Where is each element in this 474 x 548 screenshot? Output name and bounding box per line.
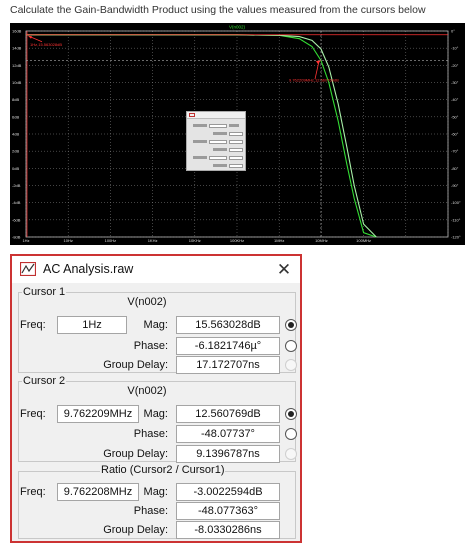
ratio-freq-label: Freq: xyxy=(20,486,46,498)
cursor2-mag-label: Mag: xyxy=(143,408,168,420)
y-tick-label-left: 14dB xyxy=(12,46,22,51)
ratio-mag-field: -3.0022594dB xyxy=(176,483,280,501)
close-button[interactable]: ✕ xyxy=(274,260,294,280)
cursor1-gd-label: Group Delay: xyxy=(103,359,168,371)
y-tick-label-left: 8dB xyxy=(12,97,19,102)
cursor2-gd-radio[interactable] xyxy=(285,448,297,460)
cursor2-phase-field: -48.07737° xyxy=(176,425,280,443)
x-tick-label: 1Hz xyxy=(22,238,29,243)
cursor2-mag-field: 12.560769dB xyxy=(176,405,280,423)
x-tick-label: 10KHz xyxy=(189,238,201,243)
y-tick-label-right: -10° xyxy=(451,46,459,51)
y-tick-label-right: -90° xyxy=(451,183,459,188)
cursor1-trace: V(n002) xyxy=(127,296,167,308)
x-tick-label: 10MHz xyxy=(315,238,328,243)
cursor1-gd-field: 17.172707ns xyxy=(176,356,280,374)
y-tick-label-right: -30° xyxy=(451,80,459,85)
y-tick-label-left: -6dB xyxy=(12,217,21,222)
cursor2-trace: V(n002) xyxy=(127,385,167,397)
ratio-gd-field: -8.0330286ns xyxy=(176,521,280,539)
y-tick-label-right: -40° xyxy=(451,97,459,102)
cursor2-phase-label: Phase: xyxy=(133,428,168,440)
y-tick-label-right: -50° xyxy=(451,114,459,119)
ac-analysis-dialog: AC Analysis.raw ✕ Cursor 1 V(n002) Freq:… xyxy=(10,254,302,543)
ratio-phase-label: Phase: xyxy=(133,505,168,517)
cursor1-label: Cursor 1 xyxy=(22,286,67,298)
plot-trace-title: V(n002) xyxy=(229,25,246,30)
x-tick-label: 1KHz xyxy=(148,238,158,243)
y-tick-label-right: -120° xyxy=(451,235,461,240)
y-tick-label-right: -70° xyxy=(451,149,459,154)
cursor1-arrowhead xyxy=(28,35,32,39)
cursor1-gd-radio[interactable] xyxy=(285,359,297,371)
y-tick-label-left: 6dB xyxy=(12,114,19,119)
y-tick-label-left: 10dB xyxy=(12,80,22,85)
cursor2-gd-label: Group Delay: xyxy=(103,448,168,460)
cursor1-phase-field: -6.1821746µ° xyxy=(176,337,280,355)
x-tick-label: 1MHz xyxy=(274,238,284,243)
question-text: Calculate the Gain-Bandwidth Product usi… xyxy=(10,4,426,16)
dialog-titlebar: AC Analysis.raw ✕ xyxy=(12,256,300,283)
ratio-phase-field: -48.077363° xyxy=(176,502,280,520)
y-tick-label-left: 12dB xyxy=(12,63,22,68)
cursor2-annotation: 9.762209MHz,12.560769dB xyxy=(289,78,339,83)
cursor1-phase-radio[interactable] xyxy=(285,340,297,352)
y-tick-label-left: 2dB xyxy=(12,149,19,154)
ratio-mag-label: Mag: xyxy=(143,486,168,498)
y-tick-label-left: 4dB xyxy=(12,132,19,137)
y-tick-label-left: 16dB xyxy=(12,29,22,34)
mini-dialog-thumbnail xyxy=(186,111,246,171)
x-tick-label: 100Hz xyxy=(105,238,117,243)
cursor2-freq-label: Freq: xyxy=(20,408,46,420)
ratio-label: Ratio (Cursor2 / Cursor1) xyxy=(100,464,226,476)
ratio-gd-label: Group Delay: xyxy=(103,524,168,536)
y-tick-label-right: 0° xyxy=(451,29,455,34)
y-tick-label-left: -8dB xyxy=(12,235,21,240)
ltspice-app-icon xyxy=(20,262,36,276)
cursor2-arrow xyxy=(314,61,320,80)
cursor2-phase-radio[interactable] xyxy=(285,428,297,440)
cursor1-phase-label: Phase: xyxy=(133,340,168,352)
waveform-plot[interactable]: V(n002) 1Hz 10Hz 100Hz 1KHz 10KHz 100KHz 1MHz 10… xyxy=(10,23,465,245)
x-tick-label: 100MHz xyxy=(356,238,371,243)
x-tick-label: 10Hz xyxy=(64,238,73,243)
y-tick-label-left: -4dB xyxy=(12,200,21,205)
cursor1-freq-label: Freq: xyxy=(20,319,46,331)
y-tick-label-left: 0dB xyxy=(12,166,19,171)
dialog-title: AC Analysis.raw xyxy=(43,262,134,276)
cursor1-annotation: 1Hz,15.563028dB xyxy=(30,42,62,47)
y-tick-label-right: -20° xyxy=(451,63,459,68)
y-tick-label-left: -2dB xyxy=(12,183,21,188)
y-tick-label-right: -110° xyxy=(451,217,461,222)
y-tick-label-right: -100° xyxy=(451,200,461,205)
y-tick-label-right: -80° xyxy=(451,166,459,171)
cursor1-mag-label: Mag: xyxy=(143,319,168,331)
cursor1-mag-radio[interactable] xyxy=(285,319,297,331)
cursor2-label: Cursor 2 xyxy=(22,375,67,387)
x-tick-label: 100KHz xyxy=(230,238,244,243)
cursor1-mag-field: 15.563028dB xyxy=(176,316,280,334)
cursor2-gd-field: 9.1396787ns xyxy=(176,445,280,463)
cursor2-mag-radio[interactable] xyxy=(285,408,297,420)
y-tick-label-right: -60° xyxy=(451,132,459,137)
